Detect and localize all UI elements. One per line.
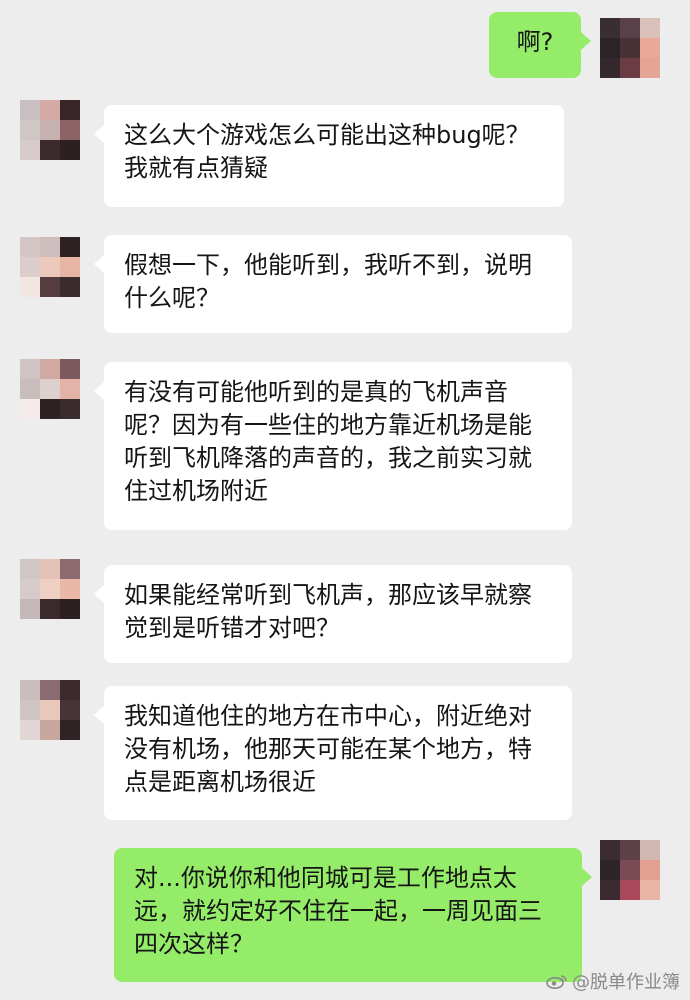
message-bubble-incoming[interactable]: 我知道他住的地方在市中心，附近绝对没有机场，他那天可能在某个地方，特点是距离机场… [94,686,572,820]
contact-avatar[interactable] [20,359,80,419]
message-text: 这么大个游戏怎么可能出这种bug呢？我就有点猜疑 [124,121,530,182]
message-bubble-incoming[interactable]: 如果能经常听到飞机声，那应该早就察觉到是听错才对吧？ [94,565,572,663]
contact-avatar[interactable] [20,100,80,160]
message-text: 啊? [516,28,554,56]
message-bubble-incoming[interactable]: 这么大个游戏怎么可能出这种bug呢？我就有点猜疑 [94,105,564,207]
message-text: 我知道他住的地方在市中心，附近绝对没有机场，他那天可能在某个地方，特点是距离机场… [124,702,532,796]
contact-avatar[interactable] [20,559,80,619]
watermark: @脱单作业簿 [546,968,680,994]
message-text: 假想一下，他能听到，我听不到，说明什么呢？ [124,251,532,312]
message-bubble-outgoing[interactable]: 啊? [489,12,591,78]
message-bubble-outgoing[interactable]: 对...你说你和他同城可是工作地点太远，就约定好不住在一起，一周见面三四次这样？ [114,848,592,982]
self-avatar[interactable] [600,18,660,78]
message-text: 如果能经常听到飞机声，那应该早就察觉到是听错才对吧？ [124,581,532,642]
contact-avatar[interactable] [20,237,80,297]
contact-avatar[interactable] [20,680,80,740]
message-bubble-incoming[interactable]: 有没有可能他听到的是真的飞机声音呢？因为有一些住的地方靠近机场是能听到飞机降落的… [94,362,572,530]
message-text: 有没有可能他听到的是真的飞机声音呢？因为有一些住的地方靠近机场是能听到飞机降落的… [124,378,532,505]
weibo-icon [546,973,568,989]
message-text: 对...你说你和他同城可是工作地点太远，就约定好不住在一起，一周见面三四次这样？ [134,864,542,958]
self-avatar[interactable] [600,840,660,900]
watermark-text: @脱单作业簿 [572,972,680,993]
message-bubble-incoming[interactable]: 假想一下，他能听到，我听不到，说明什么呢？ [94,235,572,333]
